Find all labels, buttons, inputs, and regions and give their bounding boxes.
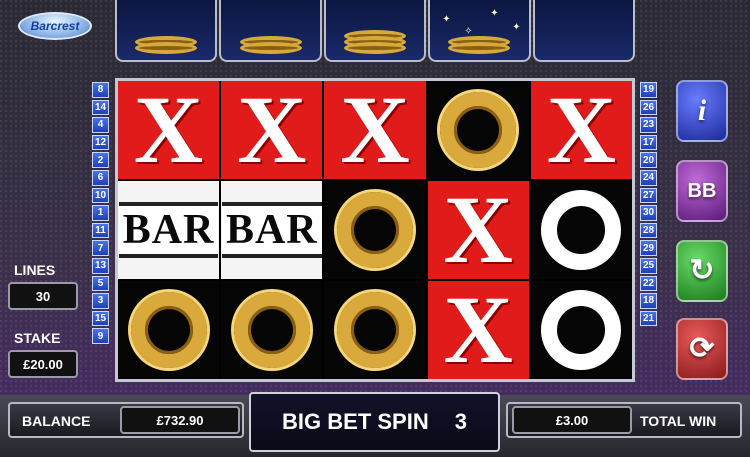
payline-number: 2: [92, 152, 109, 168]
payline-number: 12: [92, 134, 109, 151]
payline-number: 14: [92, 99, 109, 116]
reel-cell: BAR: [118, 181, 220, 279]
payline-number: 26: [640, 99, 657, 116]
x-symbol: X: [546, 81, 617, 179]
payline-numbers-left: 8 14 4 12 2 6 10 1 11 7 13 5 3 15 9: [92, 82, 109, 344]
payline-number: 20: [640, 152, 657, 168]
spin-arrow-icon: ↻: [689, 254, 715, 287]
lines-value[interactable]: 30: [8, 282, 78, 310]
x-symbol: X: [340, 81, 410, 179]
payline-number: 28: [640, 222, 657, 239]
top-slot-4: ✦ ✦ ✦ ✧: [428, 0, 531, 62]
x-symbol: X: [133, 81, 204, 179]
x-symbol: X: [237, 81, 307, 179]
total-win-label: TOTAL WIN: [640, 413, 717, 429]
white-ring-icon: [541, 190, 622, 270]
reel-cell: [530, 281, 632, 379]
payline-numbers-right: 19 26 23 17 20 24 27 30 28 29 25 22 18 21: [640, 82, 657, 327]
reel-cell: [530, 181, 632, 279]
top-slot-5: [532, 0, 636, 62]
payline-number: 24: [640, 169, 657, 186]
payline-number: 21: [640, 310, 657, 327]
big-bet-spin-label: BIG BET SPIN: [282, 409, 429, 434]
gold-ring-icon: [130, 292, 207, 368]
reel-cell: [324, 281, 426, 379]
payline-number: 9: [92, 328, 109, 344]
gold-ring-icon: [336, 192, 413, 268]
payline-number: 19: [640, 82, 657, 98]
payline-number: 18: [640, 293, 657, 309]
bar-symbol: BAR: [221, 202, 322, 258]
payline-number: 15: [92, 310, 109, 327]
payline-number: 11: [92, 222, 109, 239]
autoplay-icon: ⟳: [689, 332, 715, 365]
autoplay-button[interactable]: ⟳: [676, 318, 728, 380]
x-symbol: X: [443, 181, 513, 279]
stake-value[interactable]: £20.00: [8, 350, 78, 378]
reel-cell: [324, 181, 426, 279]
total-win-value: £3.00: [512, 406, 632, 434]
top-bonus-slots: ✦ ✦ ✦ ✧: [115, 0, 636, 62]
gold-rings-icon: [344, 30, 407, 54]
payline-number: 1: [92, 205, 109, 221]
gold-ring-icon: [233, 292, 310, 368]
lines-label: LINES: [14, 262, 56, 278]
barcrest-logo: Barcrest: [18, 12, 92, 40]
reel-cell: X: [427, 281, 529, 379]
balance-label: BALANCE: [22, 413, 91, 429]
gold-rings-icon: [239, 36, 302, 54]
payline-number: 4: [92, 117, 109, 133]
payline-number: 3: [92, 293, 109, 309]
payline-number: 10: [92, 187, 109, 204]
payline-number: 27: [640, 187, 657, 204]
reel-cell: X: [427, 181, 529, 279]
reel-cell: [427, 81, 529, 179]
payline-number: 7: [92, 240, 109, 256]
reel-cell: [221, 281, 323, 379]
payline-number: 13: [92, 257, 109, 274]
x-symbol: X: [443, 281, 513, 379]
payline-number: 25: [640, 257, 657, 274]
gold-ring-icon: [440, 92, 517, 168]
big-bet-icon: BB: [687, 180, 717, 202]
big-bet-button[interactable]: BB: [676, 160, 728, 222]
big-bet-spin-display: BIG BET SPIN 3: [249, 392, 500, 452]
payline-number: 22: [640, 275, 657, 292]
info-button[interactable]: i: [676, 80, 728, 142]
payline-number: 23: [640, 117, 657, 133]
reel-cell: [118, 281, 220, 379]
reel-cell: X: [530, 81, 632, 179]
gold-ring-icon: [336, 292, 413, 368]
gold-rings-sparkle-icon: [448, 36, 511, 54]
payline-number: 29: [640, 240, 657, 256]
gold-rings-icon: [135, 36, 198, 54]
white-ring-icon: [541, 290, 622, 370]
spin-button[interactable]: ↻: [676, 240, 728, 302]
stake-label: STAKE: [14, 330, 61, 346]
top-slot-1: [115, 0, 218, 62]
top-slot-3: [323, 0, 427, 62]
payline-number: 6: [92, 169, 109, 186]
payline-number: 17: [640, 134, 657, 151]
payline-number: 30: [640, 205, 657, 221]
reel-cell: X: [324, 81, 426, 179]
reel-cell: BAR: [221, 181, 323, 279]
top-slot-2: [219, 0, 322, 62]
bar-symbol: BAR: [118, 202, 219, 258]
balance-value: £732.90: [120, 406, 240, 434]
payline-number: 5: [92, 275, 109, 292]
reel-cell: X: [221, 81, 323, 179]
info-icon: i: [697, 94, 707, 127]
reel-cell: X: [118, 81, 220, 179]
big-bet-spin-count: 3: [454, 409, 467, 434]
payline-number: 8: [92, 82, 109, 98]
reel-grid: X X X X BAR BAR X X: [115, 78, 635, 382]
